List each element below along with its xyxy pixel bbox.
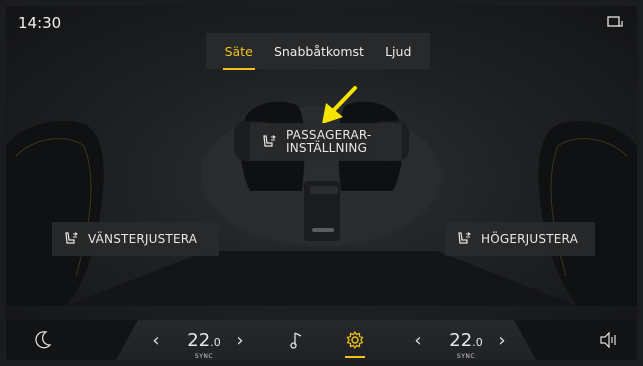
right-adjust-label: HÖGERJUSTERA — [481, 232, 578, 246]
left-temp-decimal: .0 — [210, 335, 221, 349]
right-temp-decrease-button[interactable]: ‹ — [408, 320, 428, 360]
bottom-bar: ‹ 22.0 SYNC › ‹ 22.0 SYNC › — [6, 320, 637, 360]
left-temp-decrease-button[interactable]: ‹ — [146, 320, 166, 360]
music-note-icon[interactable] — [284, 320, 310, 360]
seat-adjust-icon — [263, 135, 276, 147]
left-adjust-label: VÄNSTERJUSTERA — [88, 232, 198, 246]
screen-frame: 14:30 Säte Snabbåtkomst Ljud PASSAGERAR-… — [0, 0, 643, 366]
tab-bar: Säte Snabbåtkomst Ljud — [206, 33, 430, 70]
speaker-icon[interactable] — [595, 320, 621, 360]
car-interior-background: 14:30 Säte Snabbåtkomst Ljud PASSAGERAR-… — [6, 6, 637, 320]
right-temp-increase-button[interactable]: › — [492, 320, 512, 360]
left-adjust-button[interactable]: VÄNSTERJUSTERA — [52, 222, 219, 256]
left-sync-label: SYNC — [194, 352, 214, 360]
right-adjust-button[interactable]: HÖGERJUSTERA — [445, 222, 595, 256]
right-temp-display[interactable]: 22.0 SYNC — [440, 320, 492, 360]
gear-active-indicator — [345, 356, 365, 358]
tab-ljud[interactable]: Ljud — [383, 40, 413, 63]
gear-icon[interactable] — [343, 320, 367, 360]
right-sync-label: SYNC — [456, 352, 476, 360]
right-temp-value: 22 — [449, 329, 473, 351]
tab-snabbatkomst[interactable]: Snabbåtkomst — [272, 40, 366, 63]
tab-sate[interactable]: Säte — [222, 40, 255, 70]
left-temp-display[interactable]: 22.0 SYNC — [178, 320, 230, 360]
left-temp-increase-button[interactable]: › — [230, 320, 250, 360]
seat-adjust-icon — [65, 232, 78, 244]
status-time: 14:30 — [18, 14, 62, 32]
display-area: 14:30 Säte Snabbåtkomst Ljud PASSAGERAR-… — [6, 6, 637, 360]
moon-icon[interactable] — [28, 320, 58, 360]
left-temp-value: 22 — [187, 329, 211, 351]
display-mode-icon[interactable] — [607, 14, 623, 33]
right-temp-decimal: .0 — [472, 335, 483, 349]
passenger-setting-button[interactable]: PASSAGERAR- INSTÄLLNING — [250, 123, 402, 161]
seat-adjust-icon — [458, 232, 471, 244]
passenger-setting-label-line2: INSTÄLLNING — [286, 141, 368, 155]
